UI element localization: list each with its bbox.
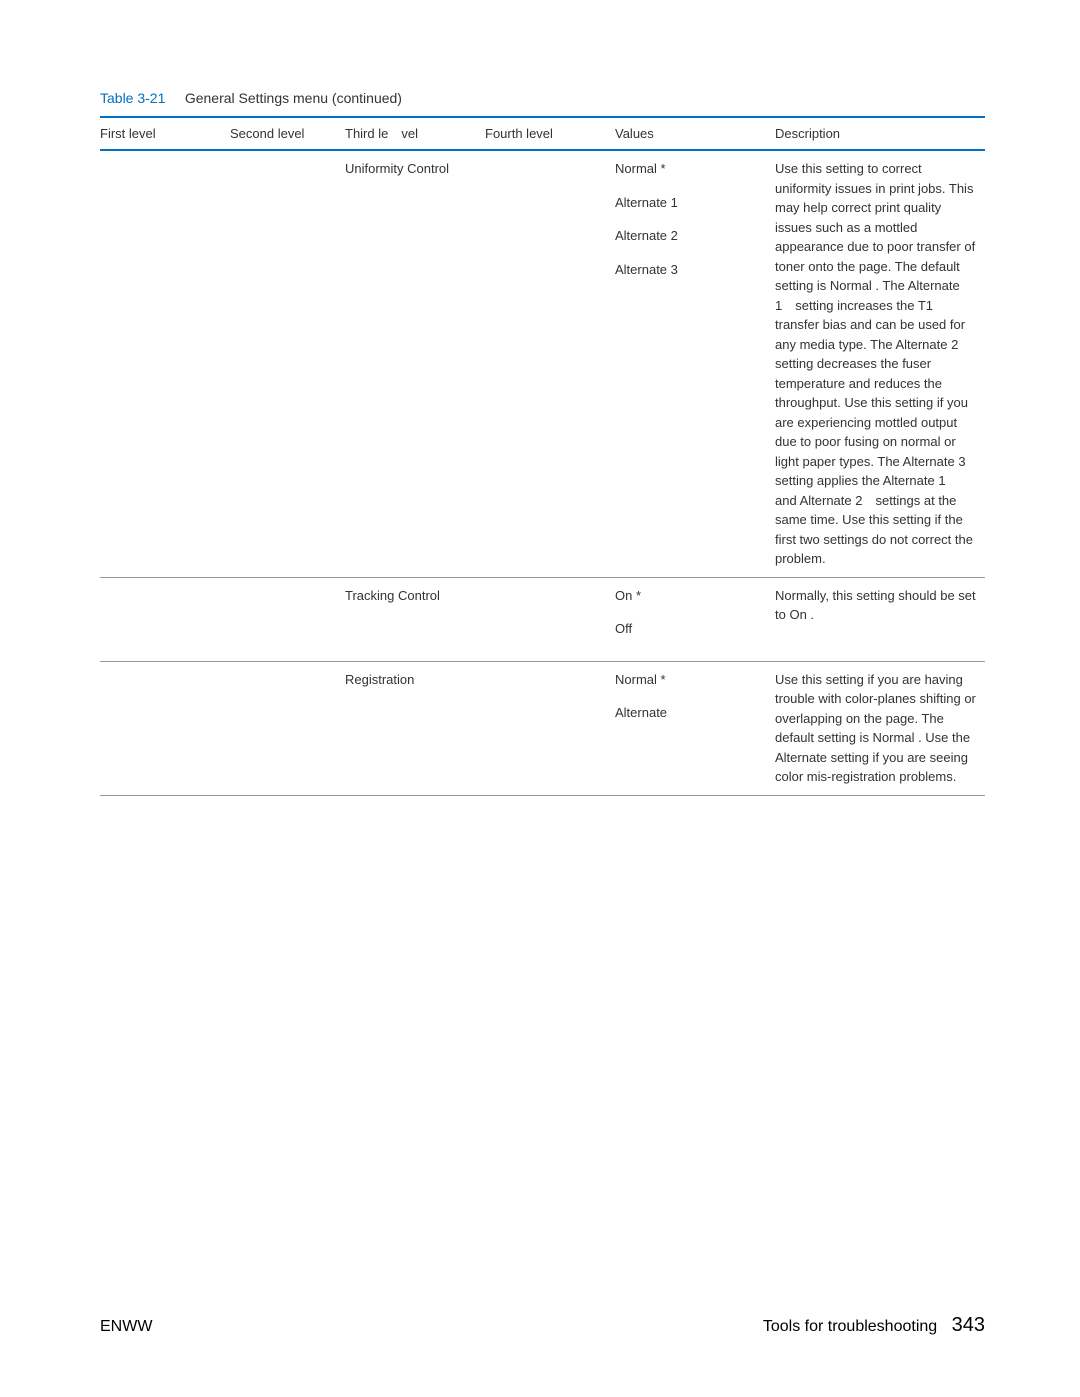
page-footer: ENWW Tools for troubleshooting 343 [100,1314,985,1337]
footer-left-label: ENWW [100,1318,152,1336]
table-number: Table 3-21 [100,90,165,106]
cell-fourth-level [485,662,615,795]
divider-row [100,795,985,796]
value-item: On * [615,586,770,606]
value-item: Alternate 1 [615,193,770,213]
cell-third-level: Tracking Control [345,578,485,661]
cell-description: Use this setting if you are having troub… [775,662,985,795]
footer-section-label: Tools for troubleshooting [763,1318,937,1335]
cell-first-level [100,662,230,795]
cell-fourth-level [485,151,615,577]
cell-values: Normal * Alternate [615,662,775,795]
cell-third-level: Uniformity Control [345,151,485,577]
cell-second-level [230,151,345,577]
cell-fourth-level [485,578,615,661]
cell-values: Normal * Alternate 1 Alternate 2 Alterna… [615,151,775,577]
cell-first-level [100,151,230,577]
cell-description: Normally, this setting should be set to … [775,578,985,661]
table-name: General Settings menu (continued) [185,90,402,106]
cell-description: Use this setting to correct uniformity i… [775,151,985,577]
header-second-level: Second level [230,118,345,149]
table-row: Uniformity Control Normal * Alternate 1 … [100,151,985,577]
value-item: Alternate 3 [615,260,770,280]
cell-second-level [230,578,345,661]
header-fourth-level: Fourth level [485,118,615,149]
table-caption: Table 3-21 General Settings menu (contin… [100,90,985,106]
header-description: Description [775,118,985,149]
footer-right: Tools for troubleshooting 343 [763,1314,985,1337]
table-row: Tracking Control On * Off Normally, this… [100,578,985,661]
page-number: 343 [952,1314,985,1336]
header-values: Values [615,118,775,149]
value-item: Alternate 2 [615,226,770,246]
value-item: Off [615,619,770,639]
cell-first-level [100,578,230,661]
value-item: Normal * [615,159,770,179]
header-first-level: First level [100,118,230,149]
settings-table: First level Second level Third le vel Fo… [100,118,985,796]
table-row: Registration Normal * Alternate Use this… [100,662,985,795]
cell-second-level [230,662,345,795]
header-third-level: Third le vel [345,118,485,149]
value-item: Normal * [615,670,770,690]
table-header-row: First level Second level Third le vel Fo… [100,118,985,149]
cell-third-level: Registration [345,662,485,795]
cell-values: On * Off [615,578,775,661]
value-item: Alternate [615,703,770,723]
